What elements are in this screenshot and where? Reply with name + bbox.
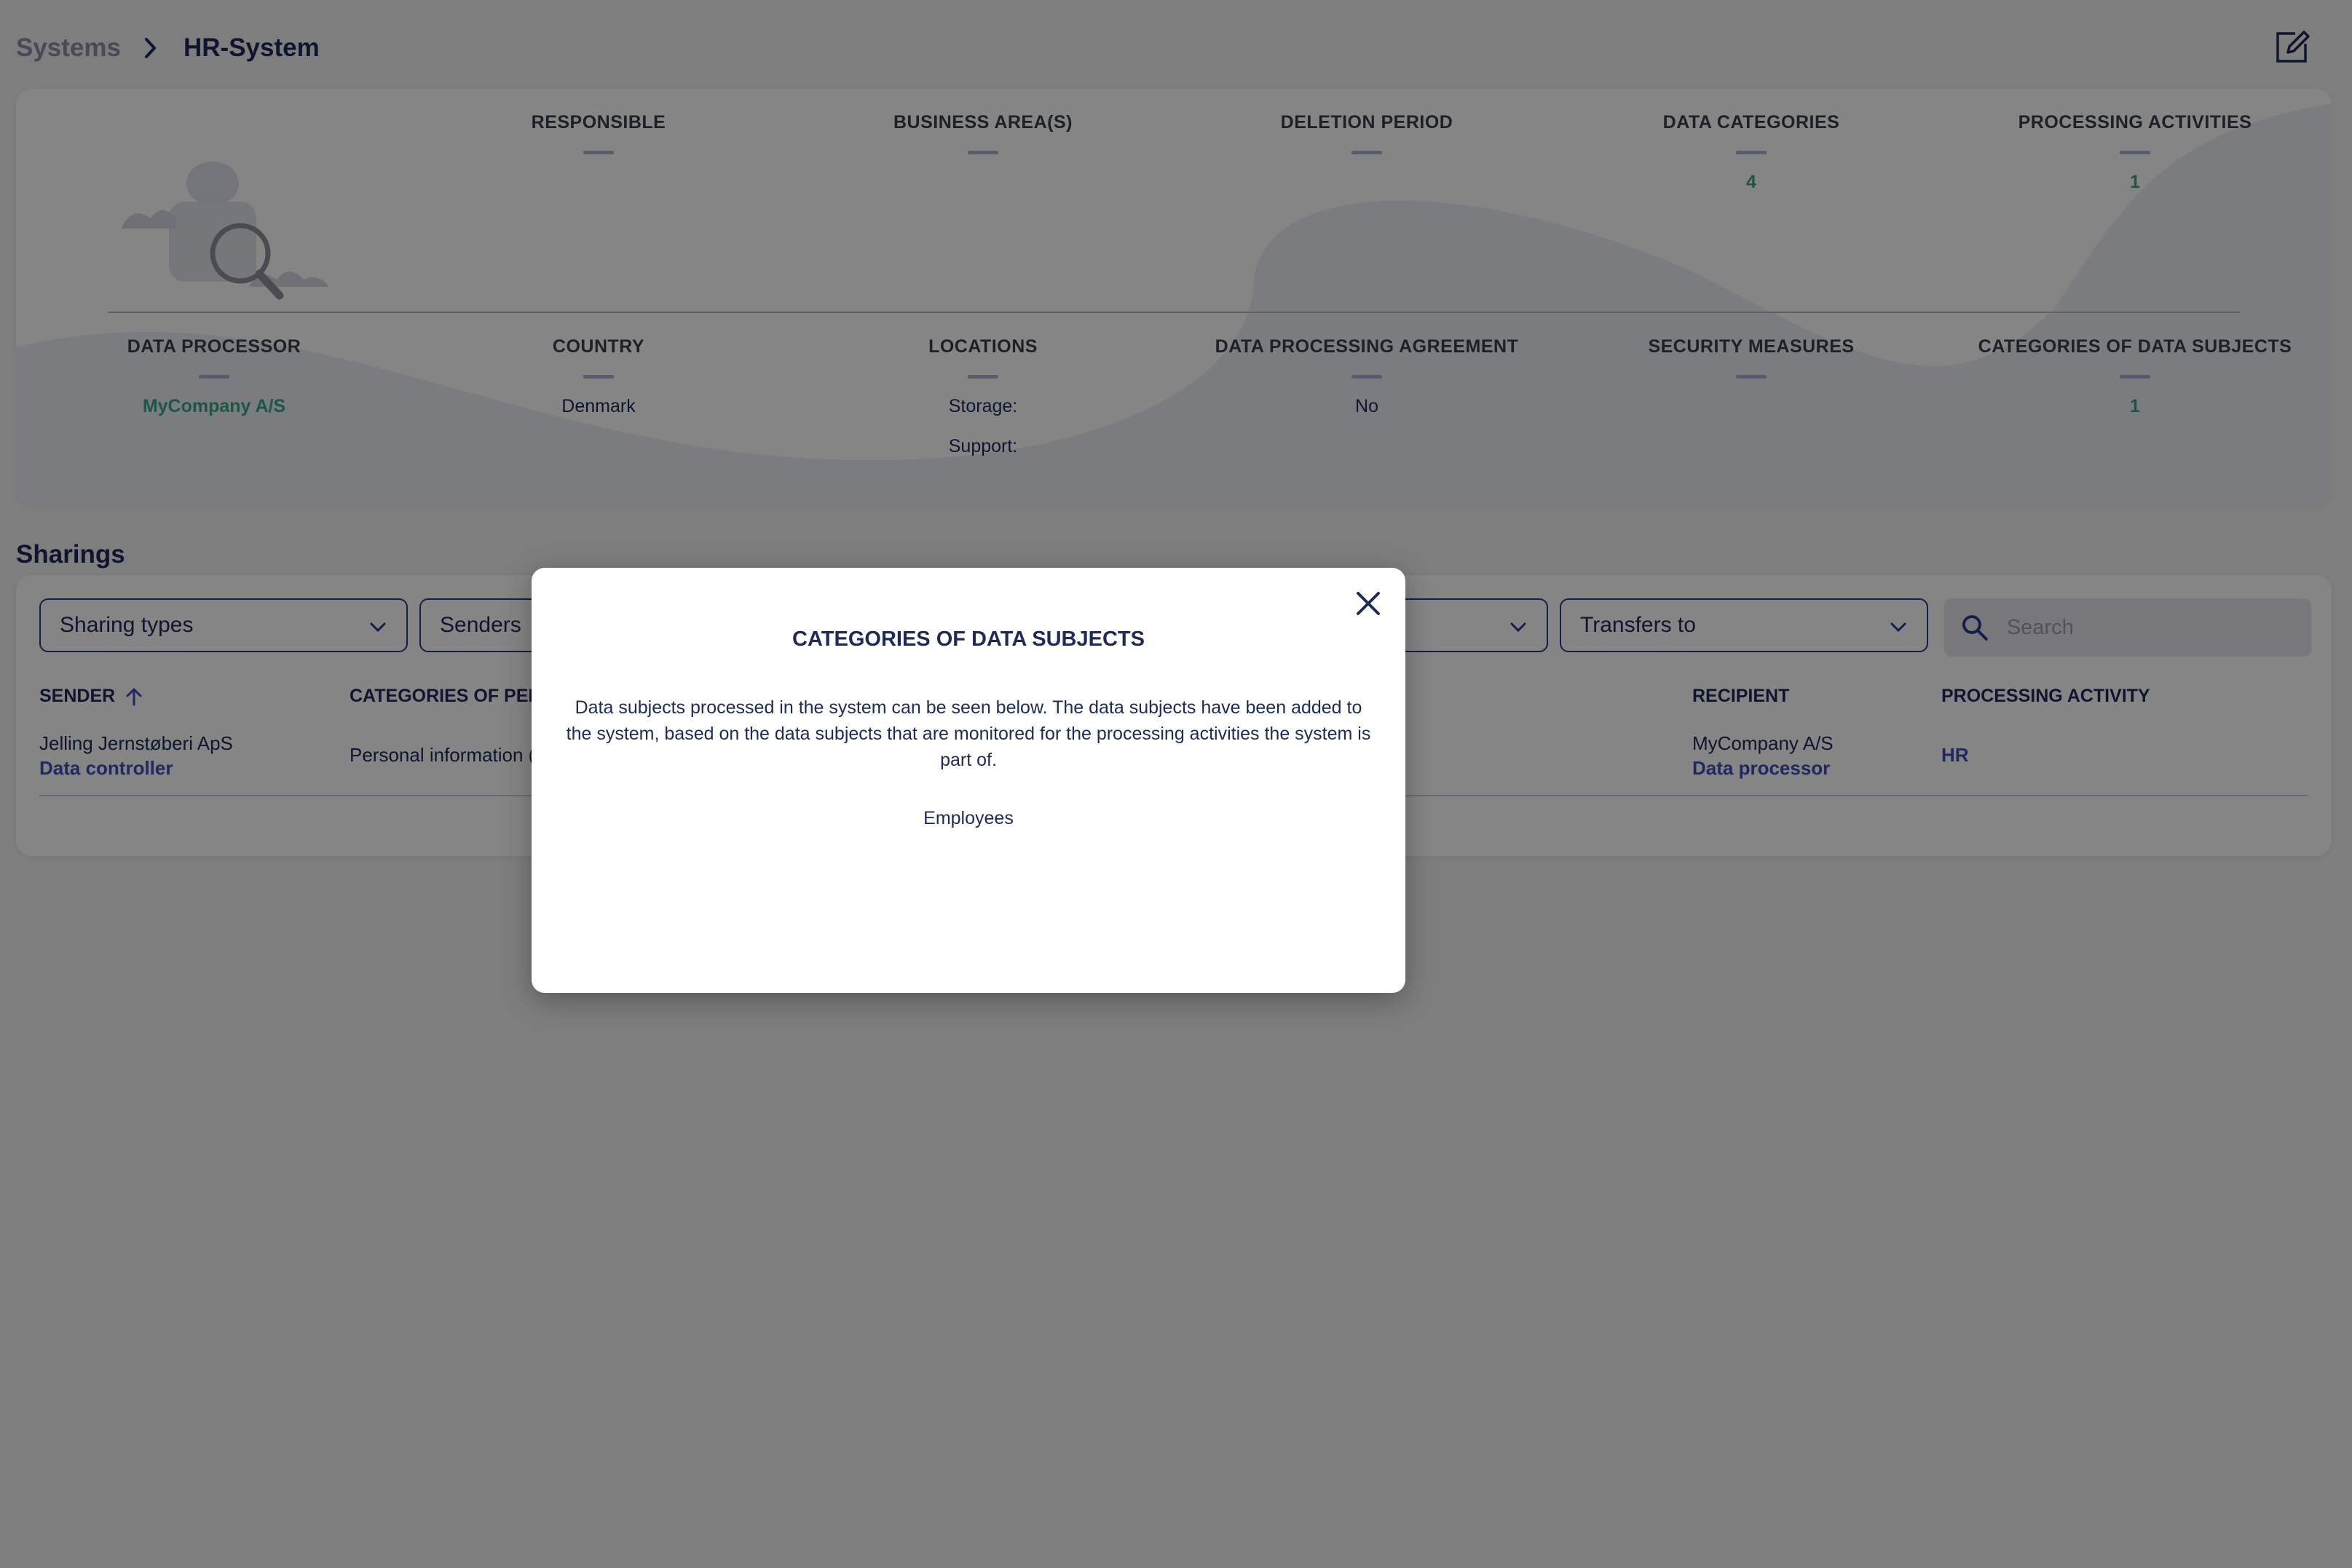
modal-title: CATEGORIES OF DATA SUBJECTS [792, 627, 1145, 651]
modal-description: Data subjects processed in the system ca… [566, 697, 1371, 770]
data-subject-item: Employees [923, 808, 1014, 828]
data-subjects-modal: CATEGORIES OF DATA SUBJECTS Data subject… [532, 568, 1405, 993]
close-button[interactable] [1350, 585, 1386, 622]
close-icon [1357, 592, 1380, 615]
